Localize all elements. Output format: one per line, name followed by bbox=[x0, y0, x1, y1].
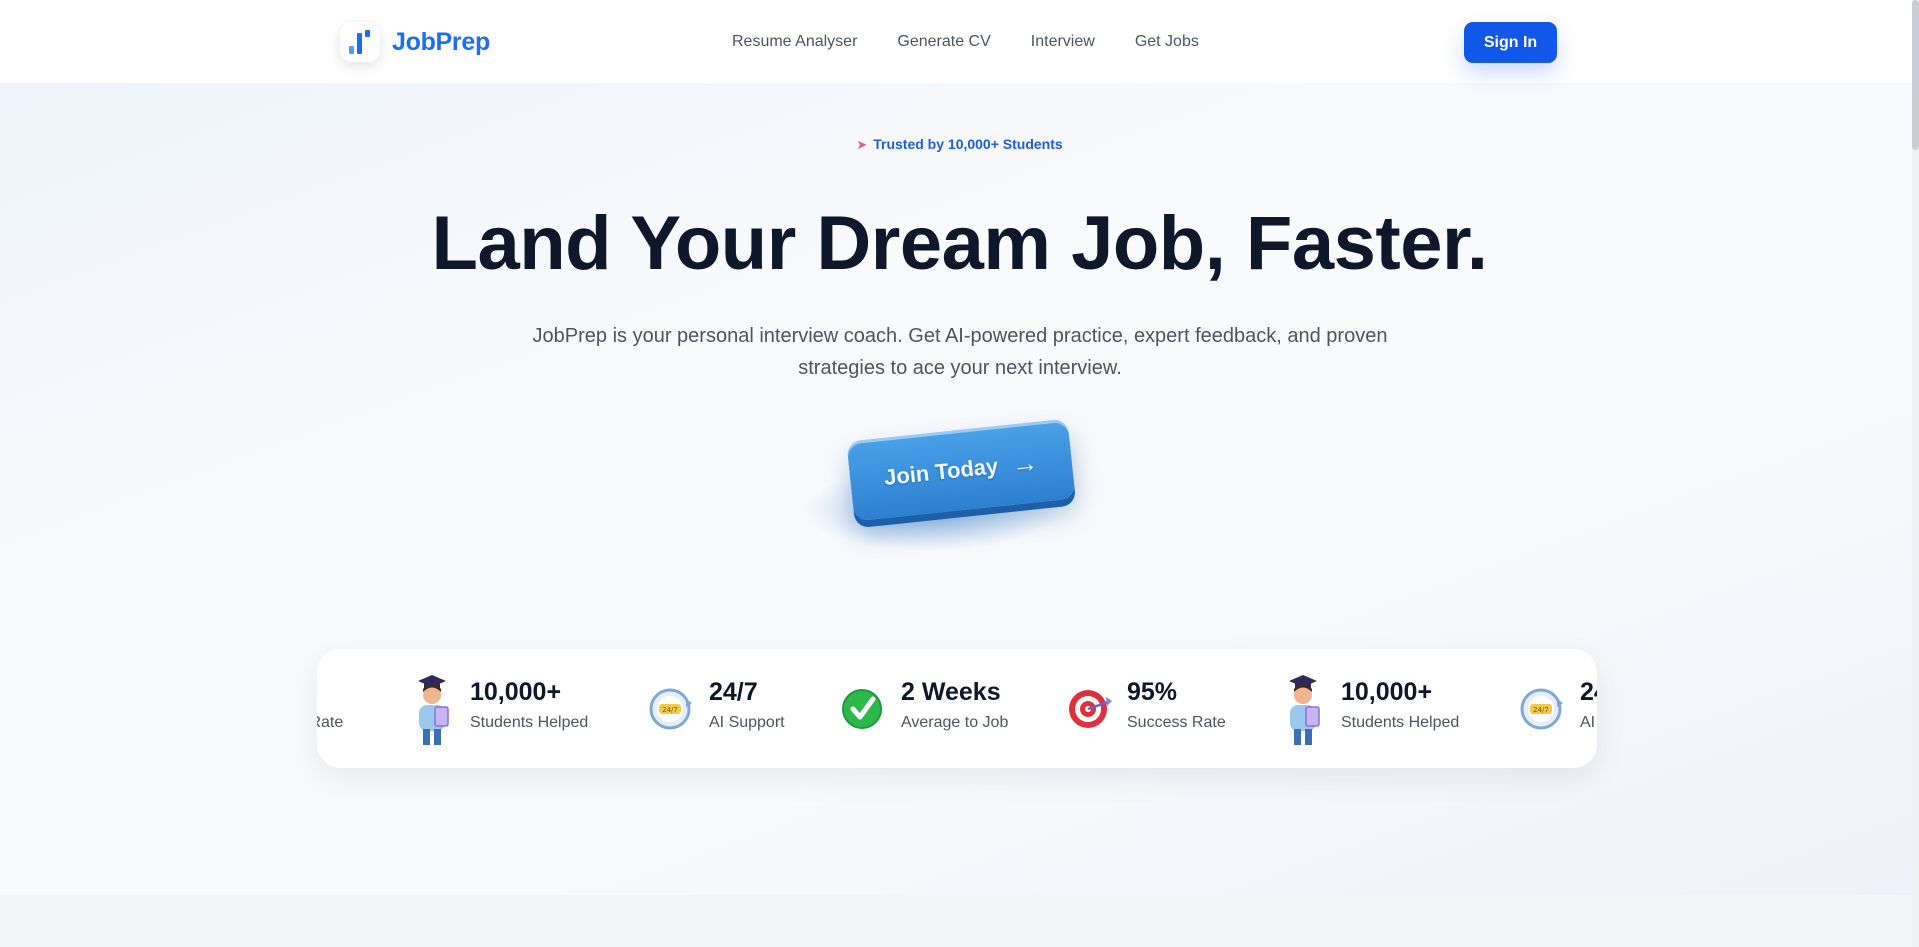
stat-value: 10,000+ bbox=[470, 678, 562, 706]
target-icon bbox=[1069, 690, 1112, 728]
checkmark-icon bbox=[842, 689, 882, 729]
stat-value: 2 Weeks bbox=[901, 678, 1001, 706]
stat-value: 24 bbox=[1580, 678, 1597, 706]
svg-text:24/7: 24/7 bbox=[662, 706, 678, 714]
join-today-label: Join Today bbox=[882, 453, 1000, 491]
stat-label: s Rate bbox=[317, 714, 344, 731]
stat-item-average-to-job: 2 Weeks Average to Job bbox=[840, 649, 1030, 768]
stat-item-students-repeat: 10,000+ Students Helped bbox=[1279, 649, 1469, 768]
stat-value: 95% bbox=[1127, 678, 1178, 706]
stat-item-success-rate: 95% Success Rate bbox=[1066, 649, 1246, 768]
brand-name: JobPrep bbox=[392, 27, 490, 56]
brand-logo[interactable]: JobPrep bbox=[340, 22, 490, 62]
stat-item-students: 10,000+ Students Helped bbox=[408, 649, 598, 768]
stat-label: Average to Job bbox=[901, 714, 1009, 731]
svg-text:24/7: 24/7 bbox=[1533, 706, 1549, 714]
nav-link-resume-analyser[interactable]: Resume Analyser bbox=[732, 33, 857, 51]
hero-subtitle: JobPrep is your personal interview coach… bbox=[532, 325, 1388, 379]
clock-badge-icon: 24/7 bbox=[649, 688, 692, 730]
clock-badge-icon: 24/7 bbox=[1520, 688, 1563, 730]
stat-label: Students Helped bbox=[470, 714, 589, 731]
rocket-icon: ➤ bbox=[856, 137, 868, 152]
sign-in-button[interactable]: Sign In bbox=[1464, 22, 1557, 63]
hero-headline: Land Your Dream Job, Faster. bbox=[431, 201, 1488, 286]
stat-label: AI bbox=[1580, 714, 1596, 731]
stat-value: 24/7 bbox=[709, 678, 758, 706]
stat-value: 10,000+ bbox=[1341, 678, 1433, 706]
nav-link-generate-cv[interactable]: Generate CV bbox=[897, 33, 990, 51]
main-nav: Resume Analyser Generate CV Interview Ge… bbox=[732, 33, 1199, 51]
stat-label: AI Support bbox=[709, 714, 785, 731]
trust-badge-text: Trusted by 10,000+ Students bbox=[873, 136, 1063, 152]
stat-item-ai-support: 24/7 24/7 AI Support bbox=[648, 649, 798, 768]
trust-badge: ➤ Trusted by 10,000+ Students bbox=[0, 136, 1919, 153]
next-section-edge bbox=[0, 895, 1919, 947]
stats-marquee: s Rate 10,000+ Students Helped 24/7 bbox=[317, 649, 1597, 768]
bar-chart-logo-icon bbox=[340, 22, 380, 62]
stat-item-partial-left: s Rate bbox=[317, 649, 377, 768]
scrollbar-thumb[interactable] bbox=[1912, 0, 1919, 150]
stat-label: Students Helped bbox=[1341, 714, 1460, 731]
nav-link-get-jobs[interactable]: Get Jobs bbox=[1135, 33, 1199, 51]
nav-link-interview[interactable]: Interview bbox=[1031, 33, 1095, 51]
stat-label: Success Rate bbox=[1127, 714, 1226, 731]
arrow-right-icon: → bbox=[1010, 446, 1040, 480]
top-navbar: JobPrep Resume Analyser Generate CV Inte… bbox=[0, 0, 1919, 83]
graduate-icon bbox=[1289, 675, 1320, 745]
stats-track: s Rate 10,000+ Students Helped 24/7 bbox=[317, 649, 1597, 768]
graduate-icon bbox=[418, 675, 449, 745]
stat-item-partial-right: 24/7 24 AI bbox=[1519, 649, 1597, 768]
